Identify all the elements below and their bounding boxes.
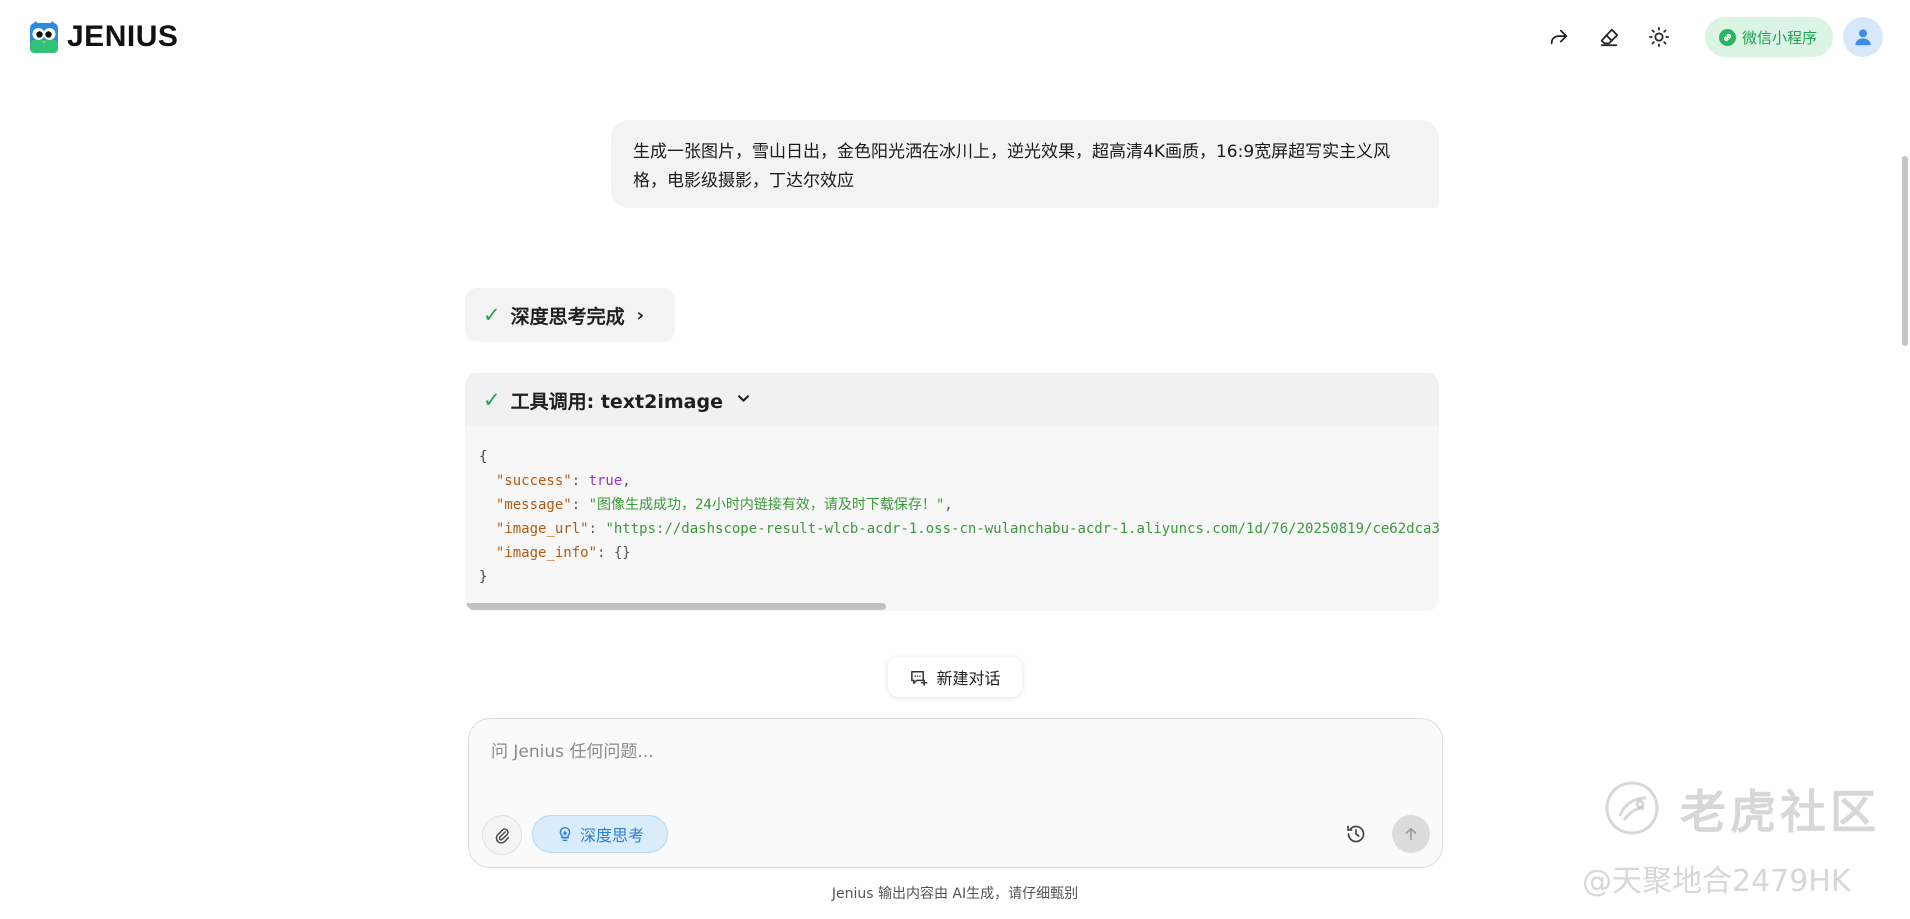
chevron-down-icon [737, 392, 750, 409]
header-actions: 微信小程序 [1529, 16, 1883, 58]
user-message-bubble: 生成一张图片，雪山日出，金色阳光洒在冰川上，逆光效果，超高清4K画质，16:9宽… [611, 120, 1439, 208]
check-icon: ✓ [483, 388, 501, 412]
message-input[interactable] [489, 735, 1423, 799]
deep-think-label: 深度思考 [579, 826, 644, 845]
send-button[interactable] [1392, 815, 1430, 853]
share-icon [1550, 29, 1568, 45]
thinking-label: 深度思考完成 [510, 305, 625, 328]
history-button[interactable] [1338, 816, 1374, 852]
app-name: JENIUS [67, 20, 179, 53]
json-line-image-url: "image_url": "https://dashscope-result-w… [495, 521, 1439, 537]
attach-button[interactable] [482, 815, 522, 855]
arrow-up-icon [1405, 827, 1417, 841]
json-open-brace: { [479, 449, 488, 465]
chevron-right-icon: › [636, 304, 645, 326]
tool-call-header[interactable]: ✓ 工具调用: text2image [465, 373, 1439, 427]
app-logo[interactable]: JENIUS [29, 18, 178, 56]
new-chat-button[interactable]: 新建对话 [888, 657, 1022, 697]
page-scrollbar-thumb[interactable] [1902, 156, 1908, 346]
page-scrollbar[interactable] [1900, 76, 1910, 919]
tiger-community-watermark-icon [1605, 781, 1659, 835]
link-icon [1718, 28, 1736, 46]
json-close-brace: } [479, 569, 488, 585]
check-icon: ✓ [483, 303, 501, 327]
sun-icon [1648, 26, 1670, 48]
user-avatar[interactable] [1843, 17, 1883, 57]
jenius-chat-page: JENIUS 微信小程序 生成一张图片，雪山日出，金色阳光洒在冰川上，逆光效果，… [0, 0, 1910, 919]
history-icon [1347, 825, 1365, 843]
new-chat-label: 新建对话 [936, 669, 1001, 688]
deep-think-toggle-button[interactable]: 深度思考 [532, 815, 668, 853]
chat-add-icon [911, 670, 928, 686]
bulb-icon [559, 826, 571, 842]
json-line-message: "message": "图像生成成功，24小时内链接有效，请及时下载保存！", [495, 497, 953, 513]
watermark-title: 老虎社区 [1680, 785, 1880, 839]
eraser-icon [1600, 28, 1619, 47]
clear-chat-button[interactable] [1589, 17, 1629, 57]
tool-output-panel: { "success": true, "message": "图像生成成功，24… [465, 427, 1439, 611]
owl-logo-icon [30, 21, 58, 53]
tool-call-label: 工具调用: text2image [510, 390, 723, 413]
watermark-subtitle: @天聚地合2479HK [1582, 864, 1851, 899]
tool-output-json: { "success": true, "message": "图像生成成功，24… [479, 445, 1439, 589]
json-line-success: "success": true, [495, 473, 631, 489]
message-composer: 深度思考 [468, 718, 1443, 868]
wechat-label: 微信小程序 [1741, 28, 1817, 47]
top-bar: JENIUS 微信小程序 [0, 0, 1910, 76]
deep-thinking-toggle[interactable]: ✓ 深度思考完成 › [465, 288, 675, 342]
tool-call-card: ✓ 工具调用: text2image { "success": true, "m… [465, 373, 1439, 611]
paperclip-icon [495, 828, 510, 844]
json-line-image-info: "image_info": {} [495, 545, 631, 561]
user-icon [1855, 29, 1871, 46]
code-horizontal-scrollbar[interactable] [465, 602, 1439, 611]
theme-toggle-button[interactable] [1639, 17, 1679, 57]
share-button[interactable] [1539, 17, 1579, 57]
wechat-mini-program-button[interactable]: 微信小程序 [1704, 17, 1833, 57]
code-scrollbar-thumb[interactable] [465, 603, 886, 610]
